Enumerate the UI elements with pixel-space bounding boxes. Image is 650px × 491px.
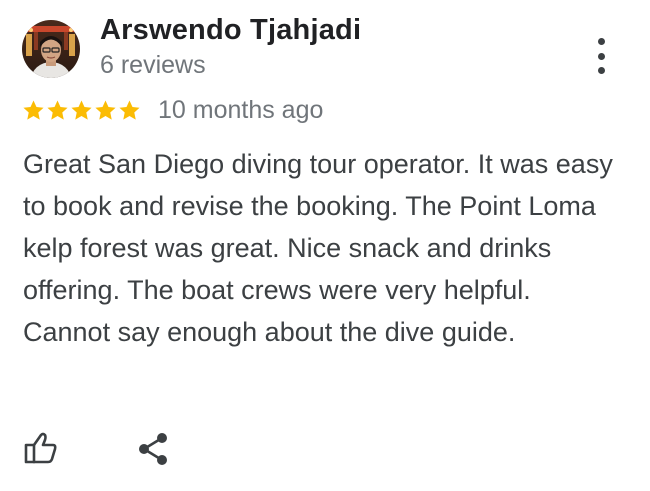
avatar[interactable] (22, 20, 80, 78)
avatar-photo (22, 20, 80, 78)
review-text: Great San Diego diving tour operator. It… (23, 149, 613, 347)
more-vert-icon-dot (597, 52, 605, 60)
star-icon (23, 99, 44, 120)
review-count[interactable]: 6 reviews (100, 51, 206, 80)
more-vert-icon (597, 38, 605, 45)
star-icon (119, 99, 140, 120)
like-button[interactable] (22, 430, 60, 468)
more-vert-icon-dot (597, 67, 605, 74)
share-button[interactable] (134, 430, 172, 468)
review-date: 10 months ago (158, 95, 324, 124)
review-card: Arswendo Tjahjadi 6 reviews 10 months ag… (0, 0, 650, 491)
more-options-button[interactable] (588, 38, 614, 74)
share-icon (139, 433, 167, 465)
thumb-up-icon (24, 432, 57, 464)
star-icon (95, 99, 116, 120)
star-icon (47, 99, 68, 120)
reviewer-name[interactable]: Arswendo Tjahjadi (100, 14, 361, 47)
rating-row: 10 months ago (22, 95, 323, 125)
star-icon (71, 99, 92, 120)
star-rating (22, 99, 142, 122)
